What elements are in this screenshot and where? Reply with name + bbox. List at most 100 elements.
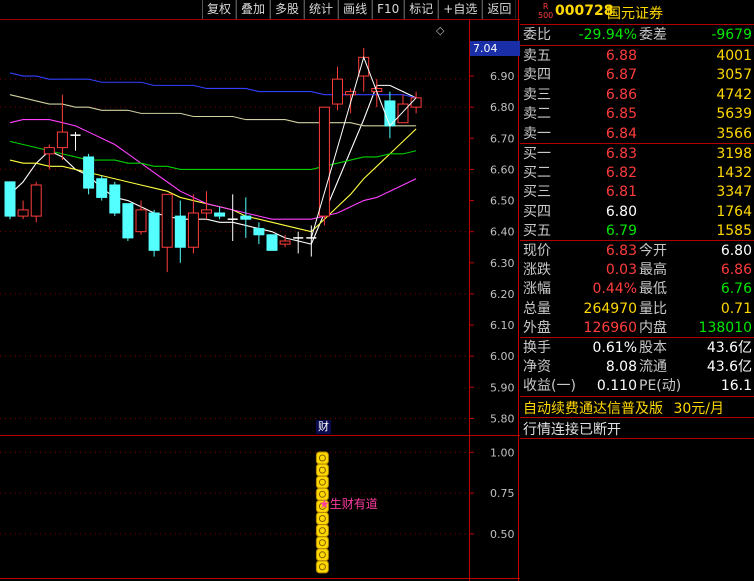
divider [520,240,754,241]
indicator-coin-stack [315,451,329,574]
candle-up [56,131,68,149]
bid-3-row: 买三 6.81 3347 [520,183,754,202]
bid-4-vol: 1764 [716,203,752,220]
fin-1-row: 净资 8.08 流通 43.6亿 [520,358,754,377]
divider [520,396,754,397]
candle-down [122,203,134,239]
stat-2-v: 0.44% [592,281,637,298]
divider [520,438,754,439]
weibi-value: -29.94% [578,27,637,43]
price-axis: 7.006.906.806.706.606.506.406.306.206.10… [469,39,515,425]
coin-icon [315,560,329,574]
fin-0-row: 换手 0.61% 股本 43.6亿 [520,339,754,358]
stock-name: 国元证券 [607,6,663,22]
stat-2-l: 涨幅 [523,281,551,298]
bid-5-row: 买五 6.79 1585 [520,222,754,241]
candle-down [96,178,108,198]
candle-up [187,212,199,248]
stat-3-v: 264970 [583,300,637,317]
candle-up [43,147,55,155]
candle-up [201,209,212,214]
stat-1-row: 涨跌 0.03 最高 6.86 [520,261,754,280]
stock-code: 000728 [555,3,614,19]
stat-4-row: 外盘 126960 内盘 138010 [520,319,754,338]
weibi-row: 委比 -29.94% 委差 -9679 [520,26,754,45]
current-price-label: 7.04 [470,41,520,56]
candle-up [410,97,422,108]
bid-4-price: 6.80 [605,203,637,220]
diamond-icon[interactable]: ◇ [436,24,444,37]
weicha-value: -9679 [711,27,752,43]
kline-chart[interactable]: 7.006.906.806.706.606.506.406.306.206.10… [0,0,520,581]
bid-1-price: 6.83 [605,146,637,162]
price-tick-label: 6.40 [490,226,515,239]
bid-3-price: 6.81 [605,184,637,201]
bid-1-vol: 3198 [716,146,752,162]
toolbar-button-5[interactable]: F10 [372,0,405,19]
toolbar-button-4[interactable]: 画线 [338,0,373,19]
ask-3-price: 6.86 [605,86,637,103]
toolbar-button-6[interactable]: 标记 [404,0,439,19]
margin-badge-bottom: 500 [538,11,554,20]
toolbar-button-1[interactable]: 叠加 [236,0,271,19]
bid-2-price: 6.82 [605,165,637,182]
ma120-line [9,94,417,127]
ma10-line [9,128,417,233]
margin-badge-top: R [542,2,549,11]
ask-1-row: 卖一 6.84 3566 [520,125,754,144]
toolbar-button-2[interactable]: 多股 [270,0,305,19]
indicator-tick-label: 1.00 [490,446,515,459]
coin-icon [315,463,329,477]
toolbar-button-7[interactable]: +自选 [438,0,483,19]
ask-5-label: 卖五 [523,48,551,64]
bid-4-label: 买四 [523,203,551,220]
stat-3-v2: 0.71 [720,300,752,317]
fin-1-l: 净资 [523,359,551,376]
fin-2-l: 收益(一) [523,378,576,395]
candle-down [148,212,160,251]
price-tick-label: 6.90 [490,70,515,83]
candle-up [318,106,330,217]
divider [520,45,754,46]
fin-1-v2: 43.6亿 [706,359,752,376]
stat-3-l: 总量 [523,300,551,317]
signal-label: ★生财有道 [319,497,378,511]
candle-up [332,78,343,105]
bid-2-label: 买二 [523,165,551,182]
candle-down [214,212,226,217]
stat-1-v2: 6.86 [720,262,752,279]
price-tick-label: 6.30 [490,257,515,270]
ask-5-vol: 4001 [716,48,752,64]
quote-panel: R 500 000728 国元证券 委比 -29.94% 委差 -9679 卖五… [520,0,754,581]
price-tick-label: 6.60 [490,163,515,176]
candlesticks [4,48,422,273]
bid-1-label: 买一 [523,146,551,162]
stat-4-l2: 内盘 [639,319,667,336]
price-tick-label: 6.70 [490,132,515,145]
stat-0-l2: 今开 [639,243,667,259]
toolbar-button-3[interactable]: 统计 [304,0,339,19]
stat-1-v: 0.03 [605,262,637,279]
price-tick-label: 6.50 [490,195,515,208]
price-tick-label: 6.80 [490,101,515,114]
bid-5-price: 6.79 [605,222,637,239]
bid-2-vol: 1432 [716,165,752,182]
ask-3-vol: 4742 [716,86,752,103]
finance-event-tag[interactable]: 财 [316,420,331,434]
fin-1-v: 8.08 [605,359,637,376]
coin-icon [315,512,329,525]
indicator-axis: 1.00 0.75 0.50 [469,446,515,541]
bid-3-label: 买三 [523,184,551,201]
bid-5-vol: 1585 [716,222,752,239]
ask-1-vol: 3566 [716,125,752,142]
subscription-ad[interactable]: 自动续费通达信普及版 30元/月 [523,398,724,418]
connection-status: 行情连接已断开 [523,422,621,438]
stat-3-row: 总量 264970 量比 0.71 [520,300,754,319]
candle-up [161,193,173,248]
toolbar-button-8[interactable]: 返回 [482,0,517,19]
toolbar-button-0[interactable]: 复权 [202,0,237,19]
candle-up [279,240,291,245]
divider [520,337,754,338]
ask-1-label: 卖一 [523,125,551,142]
candle-up [17,209,29,217]
